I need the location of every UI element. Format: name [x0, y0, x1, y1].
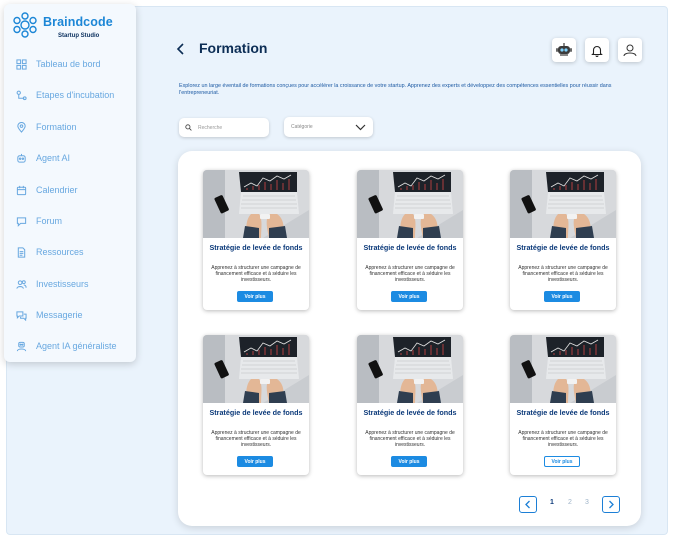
sidebar-item-label: Tableau de bord	[36, 59, 101, 69]
robot-user-icon	[16, 341, 27, 351]
brain-logo-icon	[13, 12, 37, 38]
sidebar-item-label: Forum	[36, 216, 63, 226]
course-thumbnail-image	[203, 335, 309, 403]
course-description: Apprenez à structurer une campagne de fi…	[211, 265, 301, 283]
course-thumbnail-image	[510, 170, 616, 238]
grid-icon	[16, 58, 27, 70]
course-card: Stratégie de levée de fonds Apprenez à s…	[510, 335, 616, 475]
course-title: Stratégie de levée de fonds	[209, 408, 303, 417]
voir-plus-button[interactable]: Voir plus	[544, 291, 580, 302]
course-thumbnail-image	[357, 335, 463, 403]
pagination-page-3[interactable]: 3	[585, 499, 589, 506]
course-card: Stratégie de levée de fonds Apprenez à s…	[357, 170, 463, 310]
chevron-down-icon	[355, 124, 366, 130]
document-icon	[17, 246, 26, 258]
course-description: Apprenez à structurer une campagne de fi…	[365, 265, 455, 283]
sidebar-item-label: Formation	[36, 122, 77, 132]
robot-icon	[17, 153, 26, 163]
chevron-left-icon	[525, 500, 530, 509]
course-title: Stratégie de levée de fonds	[516, 408, 610, 417]
steps-icon	[16, 90, 27, 100]
course-description: Apprenez à structurer une campagne de fi…	[211, 430, 301, 448]
sidebar-item-forum[interactable]: Forum	[16, 213, 62, 229]
bell-icon	[591, 45, 603, 57]
chevron-right-icon	[609, 500, 614, 509]
course-thumbnail-image	[510, 335, 616, 403]
course-description: Apprenez à structurer une campagne de fi…	[365, 430, 455, 448]
category-select[interactable]: Catégorie	[284, 117, 373, 137]
voir-plus-button[interactable]: Voir plus	[237, 456, 273, 467]
sidebar-item-label: Etapes d'incubation	[36, 90, 115, 100]
course-title: Stratégie de levée de fonds	[363, 408, 457, 417]
brand-subtitle: Startup Studio	[58, 33, 100, 39]
course-title: Stratégie de levée de fonds	[209, 243, 303, 252]
pagination-page-2[interactable]: 2	[568, 499, 572, 506]
back-arrow-icon[interactable]	[175, 42, 187, 56]
sidebar-item-agent-ai[interactable]: Agent AI	[16, 150, 70, 166]
people-icon	[16, 279, 27, 289]
search-input[interactable]	[198, 124, 266, 131]
sidebar-item-agent-ia-generaliste[interactable]: Agent IA généraliste	[16, 338, 117, 354]
course-card: Stratégie de levée de fonds Apprenez à s…	[357, 335, 463, 475]
sidebar-item-ressources[interactable]: Ressources	[16, 244, 84, 260]
sidebar-item-label: Agent AI	[36, 153, 71, 163]
sidebar-item-label: Messagerie	[36, 310, 83, 320]
pagination-page-1[interactable]: 1	[550, 499, 554, 506]
messages-icon	[16, 310, 27, 321]
course-thumbnail-image	[357, 170, 463, 238]
course-description: Apprenez à structurer une campagne de fi…	[518, 430, 608, 448]
search-field[interactable]	[179, 118, 269, 137]
search-icon	[185, 124, 192, 131]
sidebar-item-label: Ressources	[36, 247, 84, 257]
profile-avatar-button[interactable]	[618, 38, 642, 62]
category-select-label: Catégorie	[291, 124, 313, 130]
sidebar-item-calendrier[interactable]: Calendrier	[16, 182, 78, 198]
brand-logo[interactable]: Braindcode Startup Studio	[12, 12, 132, 44]
avatar-icon	[623, 44, 637, 57]
course-title: Stratégie de levée de fonds	[516, 243, 610, 252]
notifications-button[interactable]	[585, 38, 609, 62]
sidebar: Braindcode Startup Studio Tableau de bor…	[4, 4, 136, 362]
chat-icon	[16, 216, 27, 227]
sidebar-item-formation[interactable]: Formation	[16, 119, 77, 135]
course-thumbnail-image	[203, 170, 309, 238]
voir-plus-button[interactable]: Voir plus	[544, 456, 580, 467]
page-title: Formation	[199, 40, 268, 56]
calendar-icon	[16, 185, 27, 195]
sidebar-item-messagerie[interactable]: Messagerie	[16, 307, 83, 323]
course-description: Apprenez à structurer une campagne de fi…	[518, 265, 608, 283]
course-card: Stratégie de levée de fonds Apprenez à s…	[203, 170, 309, 310]
robot-assistant-icon	[556, 43, 572, 56]
robot-assistant-button[interactable]	[552, 38, 576, 62]
sidebar-item-label: Investisseurs	[36, 279, 89, 289]
intro-text: Explorez un large éventail de formations…	[179, 83, 612, 96]
voir-plus-button[interactable]: Voir plus	[237, 291, 273, 302]
sidebar-item-tableau-de-bord[interactable]: Tableau de bord	[16, 56, 101, 72]
course-card: Stratégie de levée de fonds Apprenez à s…	[510, 170, 616, 310]
brand-title: Braindcode	[43, 15, 113, 29]
location-pin-icon	[17, 121, 26, 133]
pagination-prev-button[interactable]	[519, 496, 537, 513]
sidebar-item-label: Calendrier	[36, 185, 78, 195]
course-title: Stratégie de levée de fonds	[363, 243, 457, 252]
pagination-next-button[interactable]	[602, 496, 620, 513]
sidebar-item-investisseurs[interactable]: Investisseurs	[16, 276, 89, 292]
voir-plus-button[interactable]: Voir plus	[391, 456, 427, 467]
sidebar-item-label: Agent IA généraliste	[36, 341, 117, 351]
course-card: Stratégie de levée de fonds Apprenez à s…	[203, 335, 309, 475]
sidebar-item-etapes-incubation[interactable]: Etapes d'incubation	[16, 87, 114, 103]
voir-plus-button[interactable]: Voir plus	[391, 291, 427, 302]
